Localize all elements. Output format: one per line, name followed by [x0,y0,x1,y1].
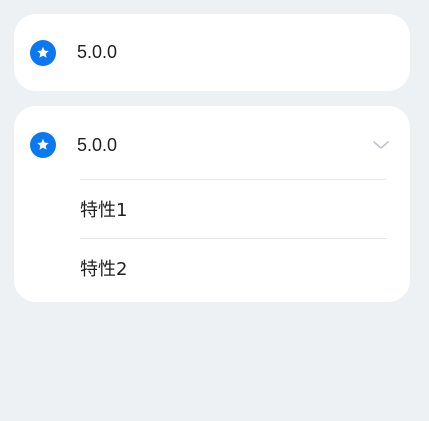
version-card[interactable]: 5.0.0 [14,14,410,91]
expandable-version-header[interactable]: 5.0.0 [14,106,410,184]
version-label: 5.0.0 [77,42,118,62]
feature-label: 特性2 [80,259,128,280]
expandable-version-card[interactable]: 5.0.0 特性1 特性2 [14,106,410,302]
star-badge-icon [30,39,56,66]
chevron-down-icon[interactable] [372,139,390,151]
version-label: 5.0.0 [77,134,118,155]
feature-item[interactable]: 特性2 [14,239,410,297]
star-badge-icon [30,132,56,158]
feature-label: 特性1 [80,200,128,221]
version-row[interactable]: 5.0.0 [14,14,410,91]
feature-item[interactable]: 特性1 [14,180,410,238]
